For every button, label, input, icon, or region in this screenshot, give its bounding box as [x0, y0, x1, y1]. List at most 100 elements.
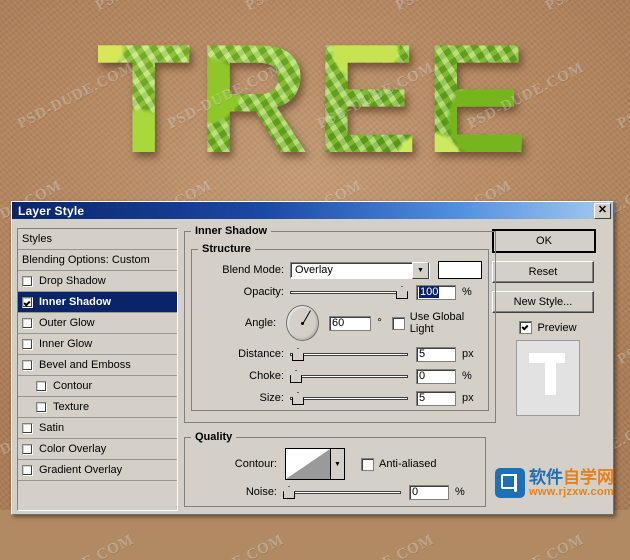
- checkbox-icon[interactable]: [22, 275, 33, 287]
- preview-checkbox[interactable]: Preview: [492, 321, 604, 334]
- styles-list[interactable]: Styles Blending Options: Custom Drop Shado…: [17, 228, 178, 511]
- style-row-satin[interactable]: Satin: [18, 418, 177, 439]
- watermark-text: PSD-DUDE.COM: [615, 532, 630, 560]
- blend-mode-select[interactable]: Overlay ▼: [290, 261, 430, 279]
- opacity-slider-thumb[interactable]: [396, 286, 408, 299]
- opacity-slider[interactable]: [290, 285, 408, 299]
- noise-input[interactable]: 0: [409, 484, 449, 500]
- rjzxw-logo-icon: [495, 468, 525, 498]
- quality-group-title: Quality: [195, 431, 233, 443]
- chevron-down-icon[interactable]: ▼: [412, 261, 429, 279]
- style-row-styles[interactable]: Styles: [18, 229, 177, 250]
- close-icon[interactable]: ✕: [594, 202, 611, 219]
- style-row-inner-shadow[interactable]: Inner Shadow: [18, 292, 177, 313]
- angle-dial[interactable]: [286, 305, 320, 341]
- inner-shadow-group-title: Inner Shadow: [195, 225, 268, 237]
- opacity-unit: %: [462, 286, 472, 298]
- checkbox-icon: [391, 316, 405, 330]
- opacity-label: Opacity:: [243, 286, 284, 298]
- watermark-text: PSD-DUDE.COM: [15, 532, 137, 560]
- size-unit: px: [462, 392, 474, 404]
- angle-row: Angle: 60 ° Use Global Light: [198, 303, 482, 343]
- size-row: Size: 5 px: [198, 387, 482, 409]
- noise-slider-track: [283, 491, 401, 494]
- anti-aliased-checkbox[interactable]: Anti-aliased: [361, 457, 436, 471]
- style-row-label: Gradient Overlay: [39, 464, 123, 476]
- opacity-slider-track: [290, 291, 408, 294]
- choke-unit: %: [462, 370, 472, 382]
- style-row-label: Texture: [53, 401, 90, 413]
- structure-group-title: Structure: [202, 243, 251, 255]
- checkbox-icon[interactable]: [22, 359, 33, 371]
- checkbox-icon[interactable]: [22, 338, 33, 350]
- style-row-outer-glow[interactable]: Outer Glow: [18, 313, 177, 334]
- preview-glyph-stem: [545, 353, 556, 395]
- tree-letter: TREE: [96, 11, 534, 185]
- rjzxw-logo-text: 软件自学网 www.rjzxw.com: [529, 469, 614, 498]
- watermark-text: PSD-DUDE.COM: [315, 532, 437, 560]
- use-global-light-checkbox[interactable]: Use Global Light: [391, 311, 482, 335]
- opacity-row: Opacity: 100 %: [198, 281, 482, 303]
- checkbox-icon[interactable]: [22, 443, 33, 455]
- style-row-bevel-and-emboss[interactable]: Bevel and Emboss: [18, 355, 177, 376]
- contour-chevron-down-icon[interactable]: ▼: [331, 448, 345, 480]
- ok-button[interactable]: OK: [492, 229, 596, 253]
- checkbox-icon[interactable]: [36, 401, 47, 413]
- checkbox-icon[interactable]: [22, 422, 33, 434]
- angle-hub: [301, 321, 305, 325]
- dialog-action-panel: OK Reset New Style... Preview: [492, 225, 604, 507]
- style-row-label: Bevel and Emboss: [39, 359, 131, 371]
- style-row-texture[interactable]: Texture: [18, 397, 177, 418]
- opacity-input[interactable]: 100: [416, 284, 456, 300]
- distance-slider[interactable]: [290, 347, 408, 361]
- checkbox-icon[interactable]: [36, 380, 47, 392]
- distance-slider-thumb[interactable]: [292, 348, 304, 361]
- choke-value: 0: [419, 370, 426, 382]
- shadow-color-swatch[interactable]: [438, 261, 482, 279]
- tree-artwork-text: TREE: [0, 8, 630, 188]
- style-row-contour[interactable]: Contour: [18, 376, 177, 397]
- angle-input[interactable]: 60: [329, 315, 372, 331]
- style-row-label: Blending Options: Custom: [22, 254, 150, 266]
- new-style-button[interactable]: New Style...: [492, 291, 594, 313]
- choke-slider-thumb[interactable]: [290, 370, 302, 383]
- size-input[interactable]: 5: [416, 390, 456, 406]
- watermark-text: PSD-DUDE.COM: [165, 532, 287, 560]
- dialog-titlebar: Layer Style ✕: [12, 202, 613, 219]
- structure-group: Structure Blend Mode: Overlay ▼ Opacity:: [191, 243, 489, 411]
- style-row-color-overlay[interactable]: Color Overlay: [18, 439, 177, 460]
- rjzxw-logo-cn: 软件自学网: [529, 469, 614, 486]
- style-row-gradient-overlay[interactable]: Gradient Overlay: [18, 460, 177, 481]
- style-row-inner-glow[interactable]: Inner Glow: [18, 334, 177, 355]
- reset-button[interactable]: Reset: [492, 261, 594, 283]
- size-slider[interactable]: [290, 391, 408, 405]
- blend-mode-value: Overlay: [295, 264, 333, 276]
- angle-unit: °: [377, 317, 382, 329]
- choke-slider-track: [290, 375, 408, 378]
- size-slider-track: [290, 397, 408, 400]
- style-row-label: Inner Glow: [39, 338, 93, 350]
- choke-input[interactable]: 0: [416, 368, 456, 384]
- noise-slider-thumb[interactable]: [283, 486, 295, 499]
- distance-label: Distance:: [238, 348, 284, 360]
- noise-slider[interactable]: [283, 485, 401, 499]
- choke-slider[interactable]: [290, 369, 408, 383]
- distance-unit: px: [462, 348, 474, 360]
- distance-input[interactable]: 5: [416, 346, 456, 362]
- inner-shadow-group: Inner Shadow Structure Blend Mode: Overl…: [184, 225, 496, 423]
- checkbox-icon[interactable]: [22, 317, 33, 329]
- style-row-drop-shadow[interactable]: Drop Shadow: [18, 271, 177, 292]
- contour-preview[interactable]: [285, 448, 331, 480]
- blend-mode-row: Blend Mode: Overlay ▼: [198, 259, 482, 281]
- inner-shadow-settings-panel: Inner Shadow Structure Blend Mode: Overl…: [184, 225, 496, 507]
- watermark-text: PSD-DUDE.COM: [465, 532, 587, 560]
- noise-label: Noise:: [245, 486, 277, 498]
- contour-label: Contour:: [234, 458, 277, 470]
- dialog-title: Layer Style: [18, 203, 85, 218]
- checkbox-icon[interactable]: [22, 464, 33, 476]
- size-slider-thumb[interactable]: [292, 392, 304, 405]
- rjzxw-cn-orange: 自学网: [563, 467, 614, 487]
- checkbox-icon[interactable]: [22, 296, 33, 308]
- style-row-blending-options-custom[interactable]: Blending Options: Custom: [18, 250, 177, 271]
- rjzxw-watermark-logo: 软件自学网 www.rjzxw.com: [495, 468, 614, 498]
